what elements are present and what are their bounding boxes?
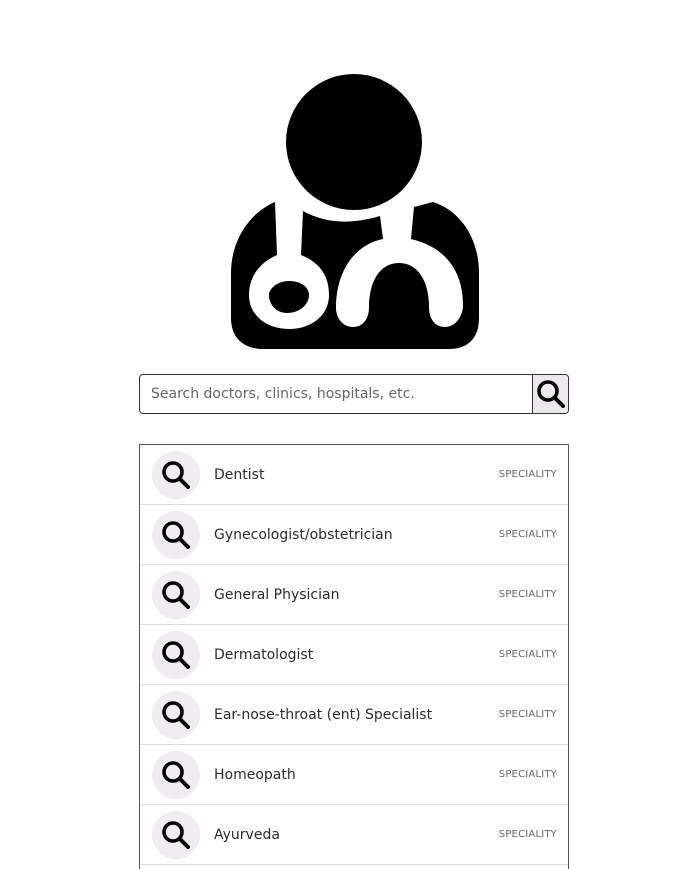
list-item-label: Ayurveda [214,826,280,843]
list-item[interactable]: Gynecologist/obstetrician SPECIALITY [140,505,568,565]
search-bar [139,374,569,414]
list-item-label: Dermatologist [214,646,314,663]
doctor-stethoscope-icon [231,74,479,349]
list-item[interactable]: Ear-nose-throat (ent) Specialist SPECIAL… [140,685,568,745]
list-item[interactable]: General Physician SPECIALITY [140,565,568,625]
suggestion-list: Dentist SPECIALITY Gynecologist/obstetri… [139,444,569,869]
page: Dentist SPECIALITY Gynecologist/obstetri… [0,0,693,869]
search-icon [152,690,200,739]
list-item-type: SPECIALITY [498,589,557,600]
list-item-type: SPECIALITY [498,469,557,480]
search-icon [152,810,200,859]
list-item-label: Ear-nose-throat (ent) Specialist [214,706,433,723]
list-item-type: SPECIALITY [498,769,557,780]
list-item-type: SPECIALITY [498,649,557,660]
list-item[interactable]: Homeopath SPECIALITY [140,745,568,805]
list-item[interactable]: Dermatologist SPECIALITY [140,625,568,685]
list-item-label: Homeopath [214,766,296,783]
list-item-type: SPECIALITY [498,709,557,720]
list-item-type: SPECIALITY [498,829,557,840]
search-icon [152,570,200,619]
search-icon [152,630,200,679]
search-icon [536,380,565,408]
list-item[interactable]: Ayurveda SPECIALITY [140,805,568,865]
list-item-type: SPECIALITY [498,529,557,540]
search-button[interactable] [532,375,568,413]
list-item-label: Dentist [214,466,265,483]
search-icon [152,750,200,799]
search-input[interactable] [140,375,532,413]
list-item[interactable]: Dentist SPECIALITY [140,445,568,505]
list-item-label: General Physician [214,586,340,603]
list-item-label: Gynecologist/obstetrician [214,526,393,543]
search-icon [152,510,200,559]
search-icon [152,450,200,499]
